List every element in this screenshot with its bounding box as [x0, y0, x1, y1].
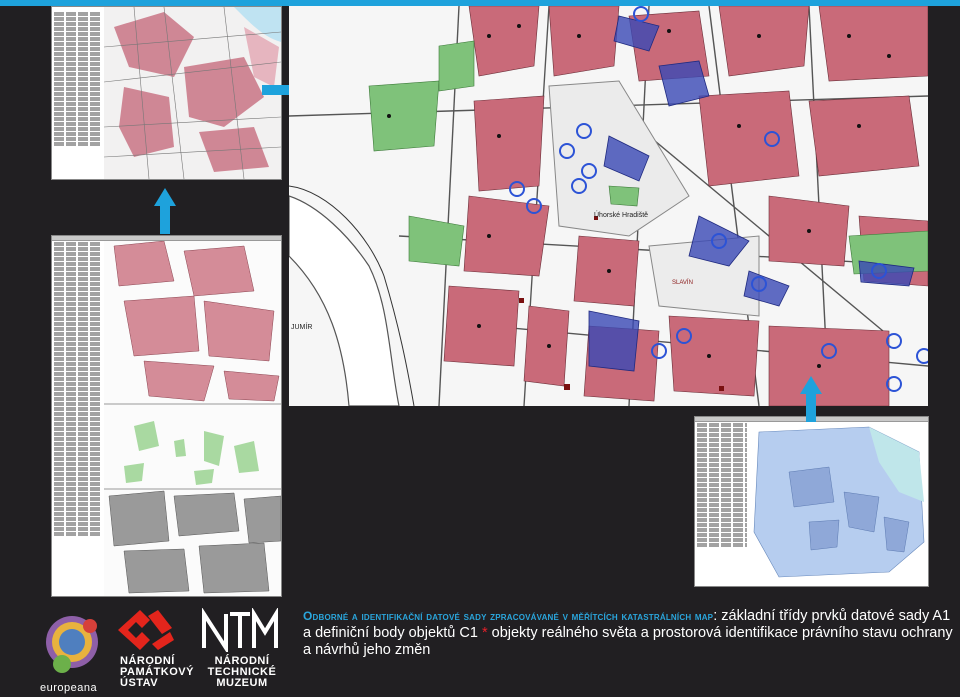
map-label-place-b: SLAVÍN: [672, 279, 693, 286]
gis-window-bottom-right: [694, 416, 929, 587]
europeana-logo-text: europeana: [40, 682, 98, 694]
map-view[interactable]: [103, 7, 281, 179]
arrow-up-icon: [154, 188, 176, 234]
ntm-line-3: MUZEUM: [216, 677, 268, 689]
layer-tree-panel-3[interactable]: [695, 422, 750, 586]
caption: Odborné a identifikační datové sady zpra…: [303, 608, 953, 659]
ntm-logo-text: NÁRODNÍ TECHNICKÉ MUZEUM: [207, 656, 277, 689]
map-view-2[interactable]: [104, 240, 281, 596]
layer-tree-panel-2[interactable]: [52, 241, 105, 596]
europeana-logo: [46, 616, 98, 673]
npu-logo: [118, 610, 174, 650]
gis-window-top-left: [51, 6, 282, 180]
gis-window-left-middle: [51, 235, 282, 597]
main-cadastral-map[interactable]: Úhorské Hradiště JUMÍR SLAVÍN: [289, 6, 928, 406]
npu-logo-text: NÁRODNÍ PAMÁTKOVÝ ÚSTAV: [120, 656, 194, 689]
map-label-place-a: JUMÍR: [291, 322, 312, 331]
arrow-up-icon: [800, 376, 822, 422]
npu-line-3: ÚSTAV: [120, 677, 159, 689]
ntm-logo: [202, 608, 278, 652]
map-label-square: Úhorské Hradiště: [594, 210, 648, 219]
map-view-3[interactable]: [749, 422, 928, 586]
layer-tree-panel[interactable]: [52, 7, 105, 179]
caption-heading: Odborné a identifikační datové sady zpra…: [303, 609, 714, 623]
